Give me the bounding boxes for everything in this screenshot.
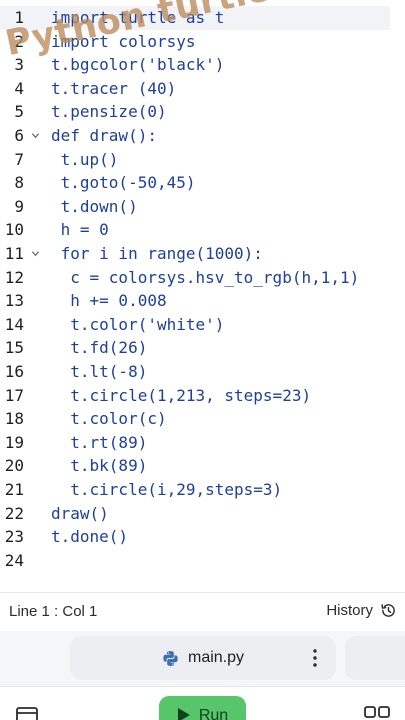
fold-chevron-icon[interactable]: [31, 131, 40, 140]
line-number: 11: [4, 244, 24, 263]
line-number: 9: [14, 196, 24, 216]
code-line[interactable]: 6 def draw():: [0, 124, 405, 148]
code-line[interactable]: 21 t.circle(i,29,steps=3): [0, 478, 405, 502]
code-line[interactable]: 9 t.down(): [0, 195, 405, 219]
line-number: 12: [4, 267, 24, 287]
code-text: t.goto(-50,45): [51, 173, 196, 193]
code-text: h += 0.008: [51, 291, 167, 311]
line-number: 16: [4, 362, 24, 381]
code-line[interactable]: 19 t.rt(89): [0, 431, 405, 455]
code-text: draw(): [51, 503, 109, 523]
line-number: 21: [4, 480, 24, 499]
cursor-position: Line 1 : Col 1: [9, 603, 98, 620]
line-number: 17: [4, 385, 24, 405]
code-line[interactable]: 18 t.color(c): [0, 407, 405, 431]
code-line[interactable]: 16 t.lt(-8): [0, 360, 405, 384]
code-text: t.pensize(0): [51, 102, 167, 122]
code-text: t.color('white'): [51, 314, 225, 334]
line-number: 18: [4, 409, 24, 429]
code-text: t.up(): [51, 149, 119, 169]
code-text: t.down(): [51, 196, 138, 216]
code-text: c = colorsys.hsv_to_rgb(h,1,1): [51, 267, 360, 287]
code-line[interactable]: 20 t.bk(89): [0, 454, 405, 478]
line-number: 20: [4, 456, 24, 476]
code-line[interactable]: 17 t.circle(1,213, steps=23): [0, 384, 405, 408]
file-tab-strip: main.py: [0, 631, 405, 686]
next-tab[interactable]: [345, 636, 405, 680]
app-screen: 1 import turtle as t 2 import colorsys 3 t.bg…: [0, 0, 405, 720]
code-line[interactable]: 23 t.done(): [0, 525, 405, 549]
grid-icon[interactable]: [364, 706, 390, 720]
code-line[interactable]: 13 h += 0.008: [0, 289, 405, 313]
line-number: 10: [4, 220, 24, 240]
code-line[interactable]: 22 draw(): [0, 502, 405, 526]
line-number: 15: [4, 338, 24, 358]
line-number: 22: [4, 503, 24, 523]
run-button[interactable]: Run: [159, 696, 246, 720]
line-number: 24: [4, 550, 24, 570]
code-line[interactable]: 10 h = 0: [0, 218, 405, 242]
play-icon: [177, 708, 190, 720]
code-line[interactable]: 7 t.up(): [0, 148, 405, 172]
line-number: 14: [4, 314, 24, 334]
line-number: 5: [14, 102, 24, 122]
code-text: t.circle(1,213, steps=23): [51, 385, 312, 405]
line-number: 23: [4, 527, 24, 547]
line-number: 6: [14, 126, 24, 145]
fold-chevron-icon[interactable]: [31, 249, 40, 258]
line-number: 4: [14, 78, 24, 98]
history-icon: [381, 604, 395, 617]
code-text: t.circle(i,29,steps=3): [51, 480, 283, 499]
code-line[interactable]: 15 t.fd(26): [0, 336, 405, 360]
code-line[interactable]: 12 c = colorsys.hsv_to_rgb(h,1,1): [0, 266, 405, 290]
code-line[interactable]: 11 for i in range(1000):: [0, 242, 405, 266]
code-text: t.lt(-8): [51, 362, 148, 381]
code-line[interactable]: 8 t.goto(-50,45): [0, 171, 405, 195]
bottom-toolbar: Run: [0, 686, 405, 720]
file-tab-main[interactable]: main.py: [70, 636, 336, 680]
code-text: for i in range(1000):: [51, 244, 263, 263]
code-text: t.color(c): [51, 409, 167, 429]
line-number: 8: [14, 173, 24, 193]
code-line[interactable]: 24: [0, 549, 405, 573]
run-label: Run: [198, 707, 229, 720]
code-line[interactable]: 4 t.tracer (40): [0, 77, 405, 101]
panel-icon[interactable]: [16, 707, 38, 720]
code-text: t.tracer (40): [51, 78, 177, 98]
code-text: h = 0: [51, 220, 109, 240]
code-text: def draw():: [51, 126, 157, 145]
status-bar: Line 1 : Col 1 History: [0, 592, 405, 631]
code-text: t.bk(89): [51, 456, 148, 476]
kebab-menu-icon[interactable]: [312, 648, 318, 668]
line-number: 7: [14, 149, 24, 169]
file-tab-label: main.py: [188, 649, 245, 666]
code-line[interactable]: 5 t.pensize(0): [0, 100, 405, 124]
line-number: 13: [4, 291, 24, 311]
history-button[interactable]: History: [326, 602, 397, 619]
history-label: History: [326, 602, 373, 619]
code-text: t.bgcolor('black'): [51, 55, 225, 75]
code-text: t.fd(26): [51, 338, 148, 358]
code-line[interactable]: 14 t.color('white'): [0, 313, 405, 337]
line-number: 19: [4, 432, 24, 452]
code-text: t.rt(89): [51, 432, 148, 452]
python-logo-icon: [163, 650, 178, 666]
code-text: t.done(): [51, 527, 129, 547]
code-editor[interactable]: 1 import turtle as t 2 import colorsys 3 t.bg…: [0, 0, 405, 590]
code-line[interactable]: 3 t.bgcolor('black'): [0, 53, 405, 77]
